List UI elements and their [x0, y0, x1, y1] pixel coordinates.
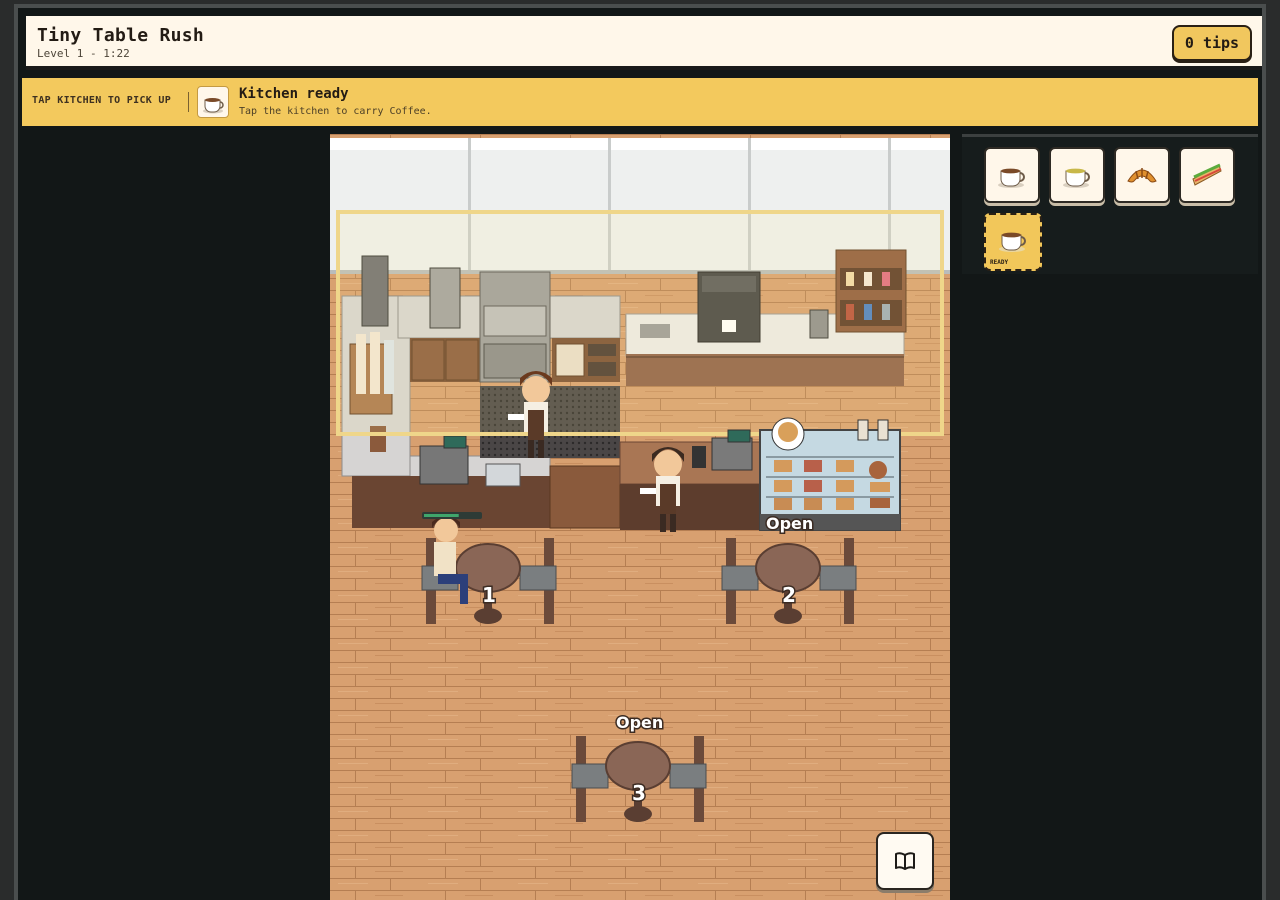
table-number: 1	[482, 583, 496, 607]
banner-title: Kitchen ready	[239, 86, 349, 102]
table-status: Open	[616, 713, 663, 732]
banner-hint: TAP KITCHEN TO PICK UP	[32, 95, 172, 106]
top-bar: Tiny Table Rush Level 1 - 1:22 0 tips	[26, 16, 1262, 70]
coffee-cup-icon	[998, 168, 1025, 188]
ready-label: READY	[990, 259, 1009, 266]
coffee-cup-icon	[999, 232, 1026, 252]
menu-item-tea[interactable]	[1049, 147, 1105, 203]
menu-item-coffee[interactable]	[984, 147, 1040, 203]
cafe-floor-plan: Open 1 2 Open 3	[330, 134, 950, 900]
menu-item-croissant[interactable]	[1114, 147, 1170, 203]
banner-subtitle: Tap the kitchen to carry Coffee.	[239, 106, 432, 117]
ready-order-coffee[interactable]: READY	[984, 213, 1042, 271]
sandwich-icon	[1192, 163, 1222, 186]
cafe-scene[interactable]: Open 1 2 Open 3	[330, 134, 950, 900]
book-icon	[895, 852, 915, 870]
table-number: 3	[632, 781, 646, 805]
tips-counter[interactable]: 0 tips	[1172, 25, 1252, 61]
menu-item-sandwich[interactable]	[1179, 147, 1235, 203]
game-frame: Tiny Table Rush Level 1 - 1:22 0 tips TA…	[14, 4, 1266, 900]
tea-cup-icon	[1063, 168, 1090, 188]
kitchen-status-banner: TAP KITCHEN TO PICK UP Kitchen ready Tap…	[22, 78, 1258, 126]
menu-panel: READY	[962, 134, 1258, 274]
pastry-case-status: Open	[766, 514, 813, 533]
table-number: 2	[782, 583, 796, 607]
level-timer: Level 1 - 1:22	[37, 47, 130, 60]
kitchen-pickup-zone[interactable]	[336, 210, 944, 436]
coffee-cup-icon	[197, 86, 229, 118]
croissant-icon	[1127, 168, 1157, 183]
game-title: Tiny Table Rush	[37, 25, 205, 46]
recipe-book-button[interactable]	[876, 832, 934, 890]
banner-divider	[188, 92, 189, 112]
patience-bar-fill	[424, 514, 459, 517]
